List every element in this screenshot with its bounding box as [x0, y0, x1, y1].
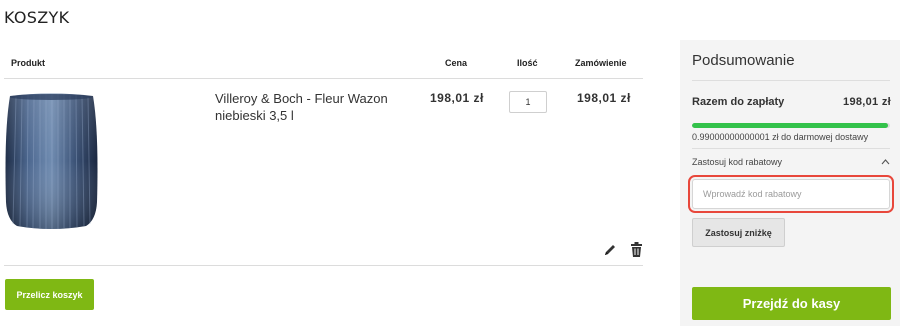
- column-header-order: Zamówienie: [575, 58, 627, 68]
- product-image[interactable]: [4, 92, 99, 230]
- summary-panel: Podsumowanie Razem do zapłaty 198,01 zł …: [680, 40, 900, 326]
- free-shipping-progress: [692, 123, 890, 128]
- column-header-product: Produkt: [11, 58, 46, 68]
- free-shipping-text: 0.99000000000001 zł do darmowej dostawy: [692, 132, 869, 142]
- page-title: KOSZYK: [4, 8, 70, 27]
- free-shipping-progress-fill: [692, 123, 889, 128]
- divider: [692, 148, 890, 149]
- quantity-input[interactable]: [509, 91, 547, 113]
- divider: [4, 265, 643, 266]
- discount-code-label: Zastosuj kod rabatowy: [692, 157, 783, 167]
- chevron-up-icon[interactable]: [881, 158, 890, 165]
- divider: [4, 78, 643, 79]
- divider: [692, 80, 890, 81]
- discount-code-toggle[interactable]: Zastosuj kod rabatowy: [692, 156, 890, 170]
- total-value: 198,01 zł: [843, 96, 891, 108]
- column-header-price: Cena: [445, 58, 468, 68]
- total-label: Razem do zapłaty: [692, 96, 785, 108]
- trash-icon[interactable]: [630, 242, 643, 257]
- discount-code-input[interactable]: [688, 175, 894, 213]
- apply-discount-button[interactable]: Zastosuj zniżkę: [692, 218, 785, 247]
- product-price: 198,01 zł: [430, 91, 484, 105]
- order-total: 198,01 zł: [577, 91, 631, 105]
- summary-title: Podsumowanie: [692, 52, 795, 69]
- pencil-icon[interactable]: [603, 243, 617, 257]
- product-name[interactable]: Villeroy & Boch - Fleur Wazon niebieski …: [215, 90, 395, 124]
- recalculate-cart-button[interactable]: Przelicz koszyk: [5, 279, 94, 310]
- checkout-button[interactable]: Przejdź do kasy: [692, 287, 891, 320]
- column-header-quantity: Ilość: [517, 58, 538, 68]
